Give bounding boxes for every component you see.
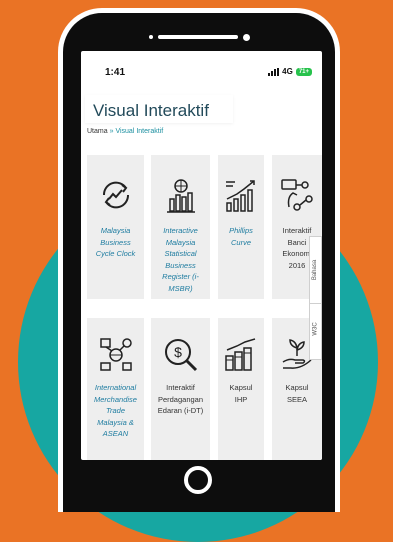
card-label-line: Phillips: [229, 226, 253, 235]
card-label-line: Cycle Clock: [95, 249, 136, 258]
card-msbr[interactable]: Interactive Malaysia Statistical Busines…: [151, 155, 210, 299]
card-label-line: Kapsul: [229, 383, 253, 392]
trade-globe-icon: [99, 338, 132, 371]
status-time: 1:41: [105, 67, 126, 78]
card-label-line: Statistical: [164, 249, 197, 258]
card-label-line: ASEAN: [102, 429, 129, 438]
w3c-tab-label: W3C: [312, 322, 319, 336]
coin-stack-icon: [225, 338, 256, 371]
card-label-line: MSBR): [168, 283, 193, 293]
phone-screen: 1:41 4G 71+ Visual Interaktif Utama » Vi…: [81, 51, 322, 460]
card-merchandise-trade[interactable]: International Merchandise Trade Malaysia…: [87, 318, 144, 460]
card-label-line: Business: [100, 237, 131, 247]
card-label-line: Malaysia: [165, 237, 196, 247]
card-phillips-curve[interactable]: Phillips Curve: [218, 155, 264, 299]
growth-chart-icon: [226, 180, 255, 212]
card-label-line: Interaktif: [166, 383, 195, 392]
card-label-line: Interactive: [163, 226, 198, 235]
card-label-line: Merchandise: [94, 394, 137, 404]
battery-icon: 71+: [295, 67, 312, 76]
network-chart-icon: [281, 179, 313, 211]
money-search-icon: $: [164, 339, 197, 372]
language-tab-label: Bahasa: [312, 259, 319, 281]
building-chart-icon: [166, 179, 195, 213]
card-label-line: Interaktif: [282, 226, 312, 235]
status-bar: 1:41 4G 71+: [81, 51, 322, 91]
w3c-tab[interactable]: W3C: [310, 303, 321, 354]
breadcrumb: Utama » Visual Interaktif: [87, 128, 163, 135]
language-tab[interactable]: Bahasa: [310, 241, 321, 299]
card-label-line: Trade: [105, 406, 126, 415]
card-label-line: Perdagangan: [157, 394, 204, 404]
card-label-line: International: [94, 383, 137, 392]
card-label-line: Curve: [230, 237, 251, 247]
card-label-line: Register (i-: [162, 272, 199, 281]
card-perdagangan-edaran[interactable]: $ Interaktif Perdagangan Edaran (i-DT): [151, 318, 210, 460]
card-label-line: Kapsul: [285, 383, 309, 392]
page-title: Visual Interaktif: [93, 101, 209, 120]
network-label: 4G: [282, 67, 293, 76]
breadcrumb-current: Visual Interaktif: [115, 128, 164, 135]
breadcrumb-separator: »: [109, 128, 114, 135]
card-label-line: Malaysia &: [97, 417, 134, 427]
card-kapsul-ihp[interactable]: Kapsul IHP: [218, 318, 264, 460]
card-business-cycle[interactable]: Malaysia Business Cycle Clock: [87, 155, 144, 299]
card-label-line: Edaran (i-DT): [157, 406, 204, 415]
svg-text:$: $: [174, 344, 182, 360]
signal-icon: [268, 67, 280, 76]
home-button[interactable]: [184, 466, 212, 494]
phone-speaker: [63, 33, 335, 41]
card-label-line: Business: [165, 260, 196, 270]
card-label-line: Malaysia: [100, 226, 131, 235]
side-tabs: Bahasa W3C: [309, 236, 322, 360]
breadcrumb-home[interactable]: Utama: [87, 128, 108, 135]
business-cycle-icon: [102, 181, 129, 209]
card-label-line: SEEA: [286, 394, 307, 404]
card-label-line: IHP: [234, 394, 248, 404]
